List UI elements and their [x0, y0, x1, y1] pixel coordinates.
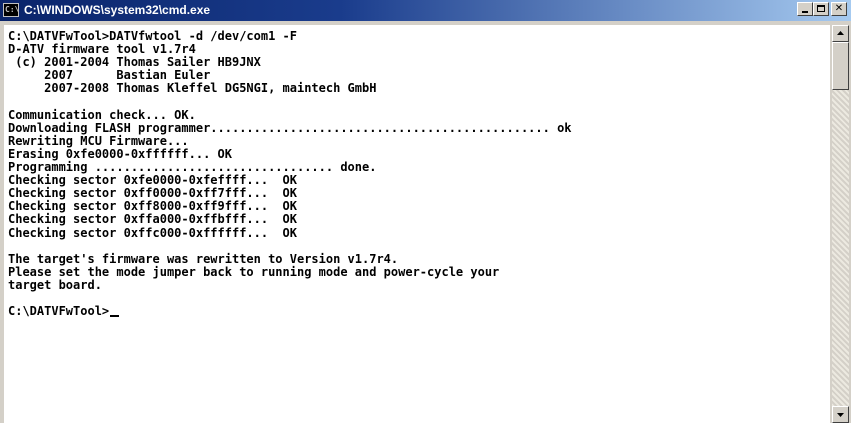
console-line: Communication check... OK. [8, 107, 196, 122]
console-line: Checking sector 0xfe0000-0xfeffff... OK [8, 173, 297, 188]
console-line: Programming ............................… [8, 160, 377, 174]
maximize-icon [817, 5, 825, 12]
console-line: Checking sector 0xffa000-0xffbfff... OK [8, 212, 297, 227]
command-prompt[interactable]: C:\DATVFwTool> [8, 305, 109, 318]
maximize-button[interactable] [813, 2, 829, 16]
console-line: 2007-2008 Thomas Kleffel DG5NGI, maintec… [8, 81, 377, 96]
console-line: Checking sector 0xff0000-0xff7fff... OK [8, 186, 297, 201]
console-line: Rewriting MCU Firmware... [8, 133, 189, 148]
minimize-icon [802, 11, 808, 13]
scroll-thumb[interactable] [832, 42, 849, 90]
console-line: C:\DATVFwTool>DATVfwtool -d /dev/com1 -F [8, 29, 297, 43]
title-bar[interactable]: C:\ C:\WINDOWS\system32\cmd.exe ✕ [0, 0, 851, 21]
console-line: (c) 2001-2004 Thomas Sailer HB9JNX [8, 55, 261, 70]
close-icon: ✕ [834, 3, 844, 14]
vertical-scrollbar[interactable] [832, 25, 849, 423]
scroll-up-button[interactable] [832, 25, 849, 42]
console-line: Downloading FLASH programmer............… [8, 120, 572, 135]
console-line: Please set the mode jumper back to runni… [8, 264, 500, 279]
console-line: D-ATV firmware tool v1.7r4 [8, 42, 196, 57]
console-line: Checking sector 0xff8000-0xff9fff... OK [8, 199, 297, 214]
cmd-app-icon[interactable]: C:\ [3, 3, 19, 17]
text-cursor [110, 315, 120, 318]
console-line: Checking sector 0xffc000-0xffffff... OK [8, 225, 297, 240]
scroll-down-button[interactable] [832, 406, 849, 423]
console-line: target board. [8, 277, 102, 292]
close-button[interactable]: ✕ [831, 2, 847, 16]
console-line: Erasing 0xfe0000-0xffffff... OK [8, 146, 232, 161]
minimize-button[interactable] [797, 2, 813, 16]
console-line: 2007 Bastian Euler [8, 68, 211, 83]
console-window: C:\ C:\WINDOWS\system32\cmd.exe ✕ C:\DAT… [0, 0, 851, 423]
window-title: C:\WINDOWS\system32\cmd.exe [24, 3, 211, 17]
console-line: The target's firmware was rewritten to V… [8, 251, 399, 266]
scroll-up-arrow-icon [837, 31, 844, 35]
console-output[interactable]: C:\DATVFwTool>DATVfwtool -d /dev/com1 -F… [4, 25, 830, 423]
scroll-down-arrow-icon [837, 413, 844, 417]
